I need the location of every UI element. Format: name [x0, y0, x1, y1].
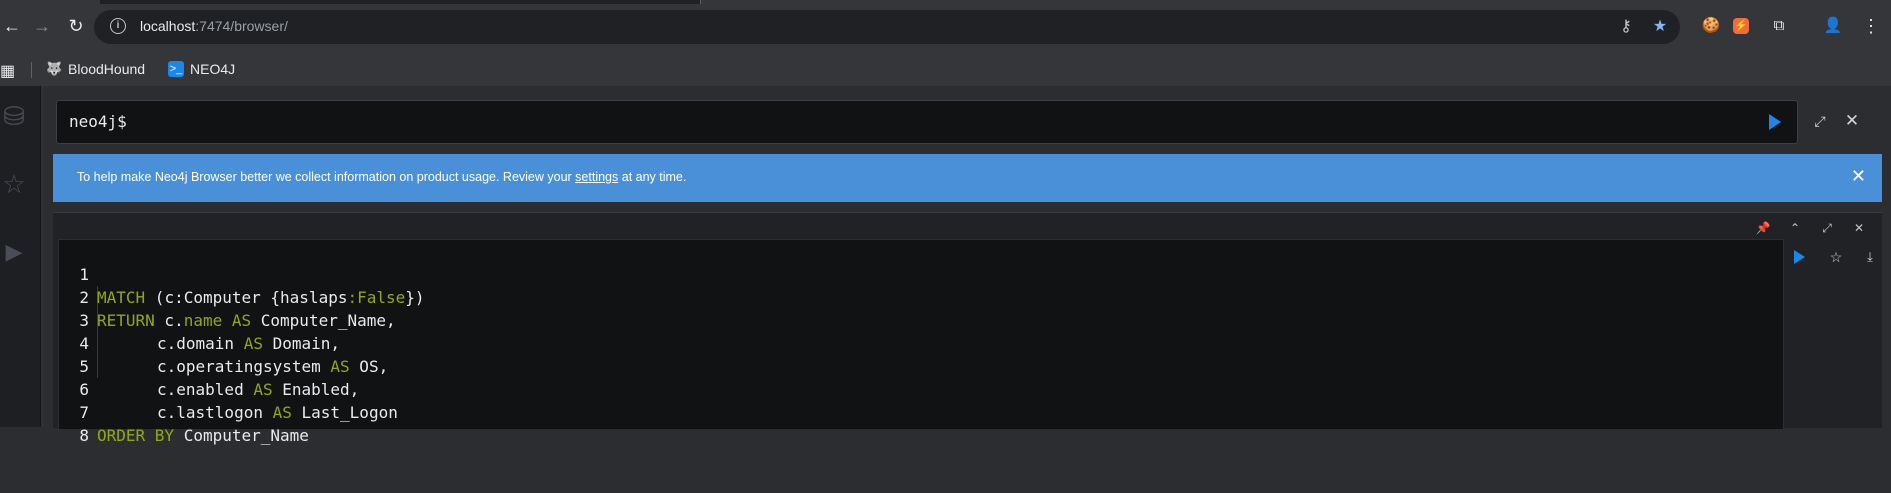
- bloodhound-icon: 🐺: [46, 61, 63, 76]
- cypher-editor[interactable]: neo4j$: [56, 100, 1798, 144]
- bookmark-neo4j[interactable]: >_ NEO4J: [168, 61, 235, 77]
- database-icon[interactable]: ⛁: [0, 102, 28, 130]
- editor-prompt: neo4j$: [69, 112, 127, 131]
- profile-icon[interactable]: 👤: [1822, 15, 1844, 37]
- extensions-puzzle-icon[interactable]: ⧉: [1768, 15, 1790, 37]
- code-line: 5 c.enabled AS Enabled,: [59, 332, 1783, 399]
- favorites-star-icon[interactable]: ☆: [0, 170, 28, 198]
- sidebar: ⛁ ☆ ▶: [0, 86, 41, 427]
- rerun-query-icon[interactable]: [1794, 250, 1805, 264]
- settings-link[interactable]: settings: [575, 170, 618, 184]
- apps-grid-icon[interactable]: ▦: [0, 61, 15, 81]
- expand-editor-icon[interactable]: ⤢: [1810, 111, 1830, 131]
- bookmarks-bar: ▦ 🐺 BloodHound >_ NEO4J: [0, 54, 1891, 87]
- usage-banner: To help make Neo4j Browser better we col…: [53, 154, 1882, 202]
- reload-icon[interactable]: ↻: [64, 14, 88, 38]
- back-icon[interactable]: ←: [0, 14, 24, 38]
- neo4j-browser-app: ⛁ ☆ ▶ neo4j$ ⤢ ✕ To help make Neo4j Brow…: [0, 86, 1891, 445]
- frame-side-actions: ☆ ⤓: [1782, 239, 1882, 428]
- code-line: 1 MATCH (c:Computer {haslaps:False}): [59, 240, 1783, 307]
- bookmark-bloodhound[interactable]: 🐺 BloodHound: [46, 61, 145, 77]
- collapse-chevron-up-icon[interactable]: ⌃: [1786, 219, 1804, 237]
- close-editor-icon[interactable]: ✕: [1842, 111, 1862, 131]
- extension-bolt-icon[interactable]: ⚡: [1733, 18, 1749, 34]
- banner-message: To help make Neo4j Browser better we col…: [77, 170, 687, 184]
- forward-icon[interactable]: →: [30, 14, 54, 38]
- bookmarks-divider: [31, 62, 32, 78]
- query-frame: 📌 ⌃ ⤢ ✕ 1 MATCH (c:Computer {haslaps:Fal…: [53, 212, 1882, 445]
- pin-icon[interactable]: 📌: [1754, 219, 1772, 237]
- code-line: 3 c.domain AS Domain,: [59, 286, 1783, 353]
- editor-row: neo4j$ ⤢ ✕: [56, 100, 1859, 144]
- site-info-icon[interactable]: i: [110, 18, 126, 34]
- code-line: 8: [59, 401, 1783, 445]
- close-banner-icon[interactable]: ✕: [1851, 166, 1866, 187]
- code-line: 4 c.operatingsystem AS OS,: [59, 309, 1783, 376]
- close-frame-icon[interactable]: ✕: [1850, 219, 1868, 237]
- code-line: 7 ORDER BY Computer_Name: [59, 378, 1783, 445]
- download-icon[interactable]: ⤓: [1860, 247, 1880, 267]
- password-key-icon[interactable]: ⚷: [1616, 17, 1636, 37]
- code-line: 6 c.lastlogon AS Last_Logon: [59, 355, 1783, 422]
- frame-toolbar: 📌 ⌃ ⤢ ✕: [1754, 219, 1868, 237]
- favorite-star-icon[interactable]: ☆: [1826, 247, 1846, 267]
- menu-kebab-icon[interactable]: ⋮: [1860, 15, 1882, 37]
- browser-toolbar: ← → ↻ i localhost:7474/browser/ ⚷ ★ 🍪 ⚡ …: [0, 0, 1891, 54]
- line-number: 8: [79, 426, 89, 445]
- tab-strip: [0, 0, 1891, 4]
- fullscreen-icon[interactable]: ⤢: [1818, 219, 1836, 237]
- guides-play-icon[interactable]: ▶: [0, 238, 28, 266]
- bookmark-star-icon[interactable]: ★: [1650, 17, 1670, 37]
- code-line: 2 RETURN c.name AS Computer_Name,: [59, 263, 1783, 330]
- terminal-icon: >_: [168, 61, 184, 77]
- run-query-icon[interactable]: [1769, 114, 1781, 130]
- extension-cookie-icon[interactable]: 🍪: [1700, 15, 1722, 37]
- query-code[interactable]: 1 MATCH (c:Computer {haslaps:False}) 2 R…: [58, 239, 1784, 445]
- url-text[interactable]: localhost:7474/browser/: [140, 18, 288, 34]
- main-area: neo4j$ ⤢ ✕ To help make Neo4j Browser be…: [44, 86, 1891, 445]
- address-bar[interactable]: i localhost:7474/browser/ ⚷ ★: [94, 10, 1680, 44]
